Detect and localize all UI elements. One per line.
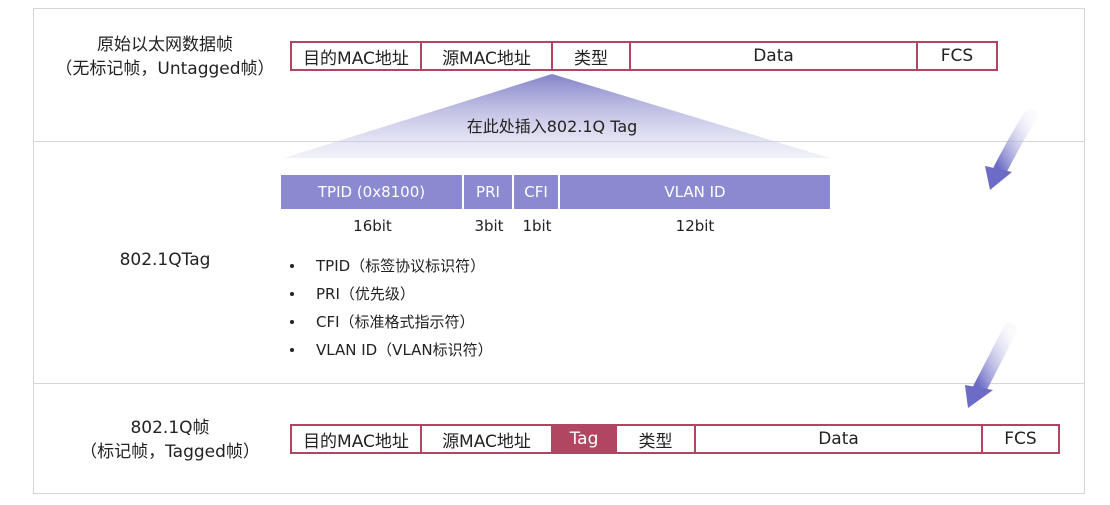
tag-field-tpid: TPID (0x8100)	[281, 175, 464, 209]
field-fcs: FCS	[1004, 429, 1037, 449]
original-frame-fields: 目的MAC地址 源MAC地址 类型 Data FCS	[290, 41, 998, 71]
tag-section-label: 802.1QTag	[119, 250, 211, 270]
down-arrow-icon	[985, 109, 1037, 190]
bullet-icon	[290, 320, 294, 324]
bit-width-tpid: 16bit	[353, 217, 392, 235]
field-tag: Tag	[553, 426, 617, 452]
field-dest-mac: 目的MAC地址	[292, 43, 422, 69]
field-fcs: FCS	[940, 46, 974, 66]
bit-width-cfi: 1bit	[522, 217, 552, 235]
tagged-frame-subtitle: （标记帧，Tagged帧）	[80, 442, 260, 462]
down-arrow-icon	[965, 323, 1017, 408]
tag-bit-widths: 16bit 3bit 1bit 12bit	[281, 217, 830, 235]
field-dest-mac: 目的MAC地址	[292, 426, 422, 452]
bullet-icon	[290, 264, 294, 268]
tag-field-vlan-id: VLAN ID	[560, 175, 830, 209]
bit-width-pri: 3bit	[474, 217, 504, 235]
insert-tag-text: 在此处插入802.1Q Tag	[466, 117, 638, 136]
tagged-frame-title: 802.1Q帧	[130, 418, 210, 438]
list-item: PRI（优先级）	[286, 280, 686, 308]
field-src-mac: 源MAC地址	[422, 426, 553, 452]
original-frame-title: 原始以太网数据帧	[97, 35, 233, 55]
tag-field-list: TPID（标签协议标识符） PRI（优先级） CFI（标准格式指示符） VLAN…	[286, 252, 686, 364]
original-frame-subtitle: （无标记帧，Untagged帧）	[55, 59, 275, 79]
field-src-mac: 源MAC地址	[422, 43, 553, 69]
field-data: Data	[631, 43, 918, 69]
tag-field-pri: PRI	[464, 175, 514, 209]
tagged-frame-label: 802.1Q帧 （标记帧，Tagged帧）	[55, 416, 285, 464]
tagged-frame-fields: 目的MAC地址 源MAC地址 Tag 类型 Data FCS	[290, 424, 1060, 454]
bit-width-vlan-id: 12bit	[675, 217, 715, 235]
bullet-icon	[290, 292, 294, 296]
field-type: 类型	[553, 43, 631, 69]
bullet-icon	[290, 348, 294, 352]
tag-field-cfi: CFI	[514, 175, 560, 209]
list-item: CFI（标准格式指示符）	[286, 308, 686, 336]
field-type: 类型	[617, 426, 696, 452]
tag-fields: TPID (0x8100) PRI CFI VLAN ID	[281, 175, 830, 209]
field-data: Data	[696, 426, 983, 452]
list-item: VLAN ID（VLAN标识符）	[286, 336, 686, 364]
list-item: TPID（标签协议标识符）	[286, 252, 686, 280]
original-frame-label: 原始以太网数据帧 （无标记帧，Untagged帧）	[40, 33, 290, 81]
